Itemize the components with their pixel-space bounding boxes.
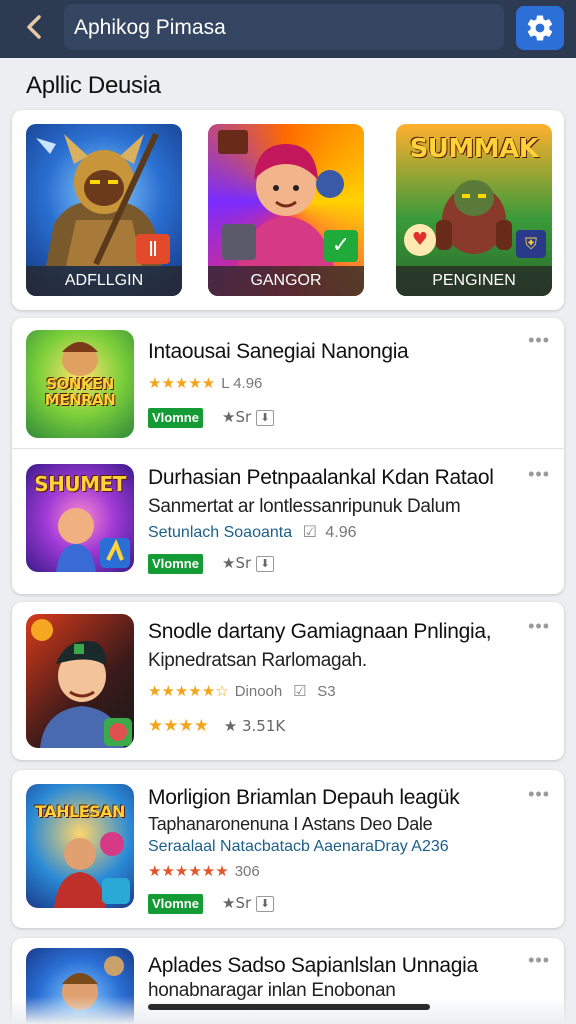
download-stars: ★★★★ — [148, 716, 209, 736]
home-indicator[interactable] — [148, 1004, 430, 1010]
download-count: ★Sr ⬇ — [222, 554, 274, 572]
shield-badge-icon: ⛨ — [516, 230, 546, 258]
rating-stars: ★★★★★★ — [148, 862, 229, 880]
bottom-fade — [0, 996, 576, 1024]
more-options-button[interactable]: ••• — [528, 616, 550, 637]
verified-icon: ☑ — [293, 682, 307, 700]
download-count: ★Sr ⬇ — [222, 408, 274, 426]
status-badge: Vlomne — [148, 894, 203, 914]
download-icon[interactable]: ⬇ — [255, 895, 274, 912]
featured-label: PENGINEN — [396, 266, 552, 296]
download-text: ★Sr — [222, 894, 252, 912]
status-badge: Vlomne — [148, 554, 203, 574]
download-text: ★ 3.51K — [223, 717, 286, 735]
featured-app-1[interactable]: Ⅱ ADFLLGIN — [26, 124, 182, 296]
app-icon — [26, 614, 134, 748]
download-rating: ★★★★ ★ 3.51K — [148, 716, 285, 736]
featured-carousel: Ⅱ ADFLLGIN ✓ GANGOR SUMMAK ♥ ⛨ PENGINEN — [12, 110, 564, 310]
app-icon-text: SONKEN MENRAN — [44, 375, 116, 409]
more-options-button[interactable]: ••• — [528, 330, 550, 351]
app-meta: Seraalaal Natacbatacb AaenaraDray A236 — [148, 838, 449, 855]
check-badge-icon: ✓ — [324, 230, 358, 262]
more-options-button[interactable]: ••• — [528, 950, 550, 971]
app-title: Morligion Briamlan Depauh leagük — [148, 786, 460, 809]
rating: ★★★★★ L 4.96 — [148, 374, 262, 392]
gear-icon — [527, 15, 553, 41]
app-list-item[interactable]: TAHLESAN Morligion Briamlan Depauh leagü… — [12, 770, 564, 928]
meta-value: 4.96 — [325, 524, 357, 541]
rating-stars: ★★★★★☆ — [148, 682, 229, 700]
app-list-item[interactable]: SHUMET Durhasian Petnpaalankal Kdan Rata… — [12, 452, 564, 592]
app-icon: SHUMET — [26, 464, 134, 572]
status-badge: Vlomne — [148, 408, 203, 428]
download-text: ★Sr — [222, 554, 252, 572]
app-meta: Setunlach Soaoanta ☑ 4.96 — [148, 522, 357, 542]
download-icon[interactable]: ⬇ — [255, 555, 274, 572]
developer-text: Setunlach Soaoanta — [148, 524, 293, 541]
download-text: ★Sr — [222, 408, 252, 426]
rating-text: 306 — [234, 863, 260, 880]
app-title: Durhasian Petnpaalankal Kdan Rataol — [148, 466, 494, 489]
divider — [12, 448, 564, 449]
chevron-left-icon — [27, 15, 41, 39]
rating: ★★★★★★ 306 — [148, 862, 260, 880]
app-title: Aplades Sadso Sapianlslan Unnagia — [148, 954, 478, 977]
download-icon[interactable]: ⬇ — [255, 409, 274, 426]
rating-value: S3 — [317, 683, 336, 700]
more-options-button[interactable]: ••• — [528, 464, 550, 485]
top-app-bar: Aphikog Pimasa — [0, 0, 576, 58]
app-icon: SONKEN MENRAN — [26, 330, 134, 438]
featured-label: GANGOR — [208, 266, 364, 296]
featured-label: ADFLLGIN — [26, 266, 182, 296]
sword-badge-icon: Ⅱ — [136, 234, 170, 264]
featured-app-3[interactable]: SUMMAK ♥ ⛨ PENGINEN — [396, 124, 552, 296]
app-list-item[interactable]: Snodle dartany Gamiagnaan Pnlingia, Kipn… — [12, 602, 564, 760]
rating-text: L 4.96 — [221, 375, 263, 392]
heart-badge-icon: ♥ — [404, 224, 436, 256]
verified-icon: ☑ — [302, 522, 317, 541]
app-icon: TAHLESAN — [26, 784, 134, 908]
app-list-item[interactable]: SONKEN MENRAN Intaousai Sanegiai Nanongi… — [12, 320, 564, 446]
search-text: Aphikog Pimasa — [74, 16, 226, 39]
rating-stars: ★★★★★ — [148, 374, 216, 392]
character-artwork — [56, 508, 130, 572]
download-count: ★Sr ⬇ — [222, 894, 274, 912]
app-subtitle: Sanmertat ar lontlessanripunuk Dalum — [148, 496, 461, 517]
rating-text: Dinooh — [234, 683, 283, 700]
app-subtitle: Kipnedratsan Rarlomagah. — [148, 650, 367, 671]
character-artwork — [31, 619, 132, 748]
app-title: Snodle dartany Gamiagnaan Pnlingia, — [148, 620, 492, 643]
section-title: Apllic Deusia — [26, 72, 161, 99]
app-subtitle: Taphanaronenuna I Astans Deo Dale — [148, 814, 433, 834]
character-artwork — [54, 832, 130, 908]
back-button[interactable] — [20, 12, 50, 42]
rating: ★★★★★☆ Dinooh ☑ S3 — [148, 682, 336, 700]
featured-app-2[interactable]: ✓ GANGOR — [208, 124, 364, 296]
search-field[interactable]: Aphikog Pimasa — [64, 4, 504, 50]
app-title: Intaousai Sanegiai Nanongia — [148, 340, 409, 363]
settings-button[interactable] — [516, 6, 564, 50]
more-options-button[interactable]: ••• — [528, 784, 550, 805]
